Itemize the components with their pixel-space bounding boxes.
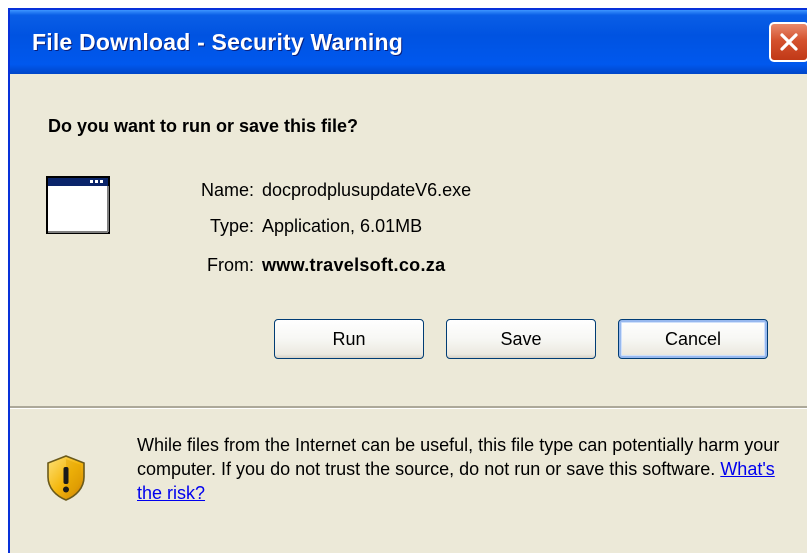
dialog-question: Do you want to run or save this file? bbox=[48, 116, 359, 136]
window-title: File Download - Security Warning bbox=[32, 29, 404, 55]
security-shield-icon bbox=[47, 455, 85, 501]
save-button[interactable]: Save bbox=[446, 319, 596, 359]
run-button[interactable]: Run bbox=[274, 319, 424, 359]
file-type-value: Application, 6.01MB bbox=[262, 216, 423, 236]
file-name-value: docprodplusupdateV6.exe bbox=[262, 180, 472, 200]
warning-body-text: While files from the Internet can be use… bbox=[137, 435, 780, 479]
application-window-icon bbox=[46, 176, 110, 234]
close-icon bbox=[780, 33, 798, 51]
file-type-label: Type: bbox=[209, 216, 254, 236]
cancel-button[interactable]: Cancel bbox=[618, 319, 768, 359]
file-source-label: From: bbox=[207, 255, 254, 275]
close-button[interactable] bbox=[769, 22, 807, 62]
file-name-label: Name: bbox=[200, 180, 254, 200]
warning-panel: While files from the Internet can be use… bbox=[10, 409, 807, 553]
title-bar[interactable]: File Download - Security Warning bbox=[10, 10, 807, 74]
file-type-row: Type: Application, 6.01MB bbox=[162, 216, 422, 237]
file-name-row: Name: docprodplusupdateV6.exe bbox=[162, 180, 471, 201]
file-source-row: From: www.travelsoft.co.za bbox=[162, 255, 445, 276]
security-warning-dialog: File Download - Security Warning Do you … bbox=[8, 8, 807, 553]
file-source-value: www.travelsoft.co.za bbox=[262, 255, 446, 275]
security-warning-message: While files from the Internet can be use… bbox=[137, 433, 797, 505]
dialog-main-panel: Do you want to run or save this file? Na… bbox=[10, 74, 807, 406]
